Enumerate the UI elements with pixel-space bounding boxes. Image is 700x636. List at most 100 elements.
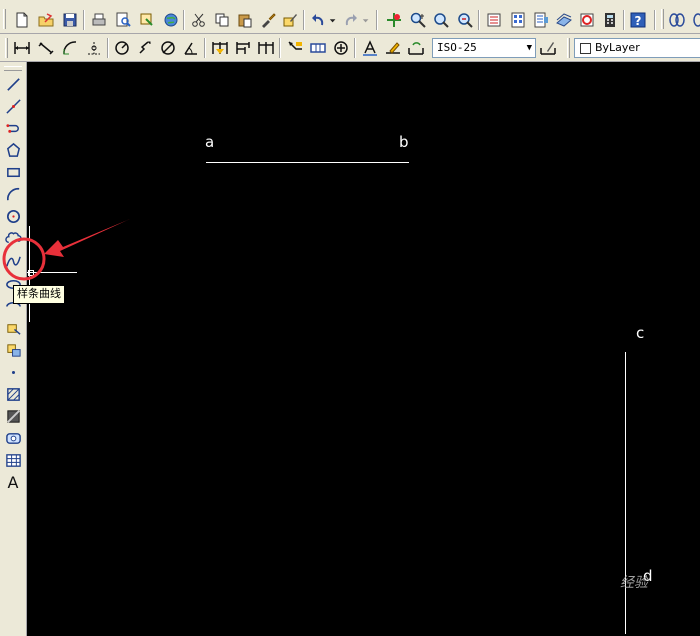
separator — [279, 38, 281, 58]
color-swatch — [580, 43, 591, 54]
dimension-edit-icon[interactable] — [360, 38, 380, 58]
orbit-icon[interactable] — [667, 10, 687, 30]
properties-icon[interactable] — [484, 10, 504, 30]
calculator-icon[interactable] — [600, 10, 620, 30]
toolbar-grip[interactable] — [567, 38, 570, 58]
watermark: 经验 — [620, 575, 648, 591]
tool-palette-icon[interactable] — [531, 10, 551, 30]
text-tool-label: A — [7, 472, 19, 492]
redo-icon[interactable] — [341, 10, 361, 30]
make-block-icon[interactable] — [3, 340, 23, 360]
color-value: ByLayer — [595, 41, 640, 54]
markup-icon[interactable] — [577, 10, 597, 30]
dimension-style-icon[interactable] — [538, 38, 558, 58]
toolbar-grip[interactable] — [661, 9, 664, 29]
toolbar-grip[interactable] — [5, 38, 8, 58]
point-icon[interactable] — [3, 362, 23, 382]
region-icon[interactable] — [3, 428, 23, 448]
paste-icon[interactable] — [235, 10, 255, 30]
pickbox — [28, 270, 34, 276]
angular-dimension-icon[interactable] — [181, 38, 201, 58]
tolerance-icon[interactable] — [308, 38, 328, 58]
hatch-icon[interactable] — [3, 384, 23, 404]
jogged-dimension-icon[interactable] — [135, 38, 155, 58]
print-preview-icon[interactable] — [113, 10, 133, 30]
separator — [183, 10, 185, 30]
toolbar-grip[interactable] — [4, 66, 22, 71]
baseline-dimension-icon[interactable] — [233, 38, 253, 58]
scissors-icon[interactable] — [189, 10, 209, 30]
sheet-set-icon[interactable] — [554, 10, 574, 30]
separator — [354, 38, 356, 58]
quick-dimension-icon[interactable] — [210, 38, 230, 58]
separator — [204, 38, 206, 58]
globe-icon[interactable] — [161, 10, 181, 30]
open-folder-icon[interactable] — [36, 10, 56, 30]
aligned-dimension-icon[interactable] — [36, 38, 56, 58]
arc-length-icon[interactable] — [60, 38, 80, 58]
ordinate-dimension-icon[interactable] — [84, 38, 104, 58]
separator — [623, 10, 625, 30]
undo-icon[interactable] — [308, 10, 328, 30]
block-edit-icon[interactable] — [280, 10, 300, 30]
copy-icon[interactable] — [212, 10, 232, 30]
drawing-canvas[interactable]: a b c d — [27, 62, 700, 636]
design-center-icon[interactable] — [508, 10, 528, 30]
radius-dimension-icon[interactable] — [112, 38, 132, 58]
dimension-style-value: ISO-25 — [437, 41, 477, 54]
arc-icon[interactable] — [3, 184, 23, 204]
zoom-realtime-icon[interactable] — [408, 10, 428, 30]
construction-line-icon[interactable] — [3, 96, 23, 116]
draw-toolbar: A — [0, 62, 27, 636]
zoom-previous-icon[interactable] — [455, 10, 475, 30]
publish-icon[interactable] — [137, 10, 157, 30]
separator — [654, 10, 656, 30]
new-document-icon[interactable] — [12, 10, 32, 30]
continue-dimension-icon[interactable] — [256, 38, 276, 58]
circle-icon[interactable] — [3, 206, 23, 226]
line-ab[interactable] — [206, 162, 409, 163]
tooltip: 样条曲线 — [13, 285, 65, 304]
toolbar-grip[interactable] — [3, 9, 6, 29]
linear-dimension-icon[interactable] — [12, 38, 32, 58]
layer-color-select[interactable]: ByLayer — [574, 38, 700, 58]
separator — [83, 10, 85, 30]
printer-icon[interactable] — [89, 10, 109, 30]
separator — [478, 10, 480, 30]
undo-dropdown-icon[interactable] — [328, 10, 338, 30]
pan-icon[interactable] — [384, 10, 404, 30]
diameter-dimension-icon[interactable] — [158, 38, 178, 58]
brush-icon[interactable] — [258, 10, 278, 30]
help-icon[interactable]: ? — [628, 10, 648, 30]
spline-icon[interactable] — [3, 251, 23, 271]
center-mark-icon[interactable] — [331, 38, 351, 58]
point-label-b: b — [399, 133, 409, 151]
point-label-a: a — [205, 133, 215, 151]
polyline-icon[interactable] — [3, 118, 23, 138]
help-label: ? — [635, 14, 642, 28]
dimension-toolbar: ISO-25 ▼ ByLayer — [0, 34, 700, 62]
point-label-c: c — [636, 324, 645, 342]
separator — [107, 38, 109, 58]
save-icon[interactable] — [60, 10, 80, 30]
rectangle-icon[interactable] — [3, 162, 23, 182]
crosshair-horizontal — [27, 272, 77, 273]
separator — [303, 10, 305, 30]
gradient-icon[interactable] — [3, 406, 23, 426]
zoom-window-icon[interactable] — [431, 10, 451, 30]
redo-dropdown-icon[interactable] — [361, 10, 371, 30]
table-icon[interactable] — [3, 450, 23, 470]
line-icon[interactable] — [3, 74, 23, 94]
dimension-style-select[interactable]: ISO-25 ▼ — [432, 38, 536, 58]
quick-leader-icon[interactable] — [285, 38, 305, 58]
separator — [376, 10, 378, 30]
revision-cloud-icon[interactable] — [3, 228, 23, 248]
dimension-update-icon[interactable] — [406, 38, 426, 58]
polygon-icon[interactable] — [3, 140, 23, 160]
dimension-text-edit-icon[interactable] — [383, 38, 403, 58]
chevron-down-icon: ▼ — [526, 43, 532, 53]
insert-block-icon[interactable] — [3, 318, 23, 338]
multiline-text-icon[interactable]: A — [3, 472, 23, 492]
orbit-overflow-icon[interactable] — [689, 10, 700, 30]
standard-toolbar: ? — [0, 0, 700, 34]
